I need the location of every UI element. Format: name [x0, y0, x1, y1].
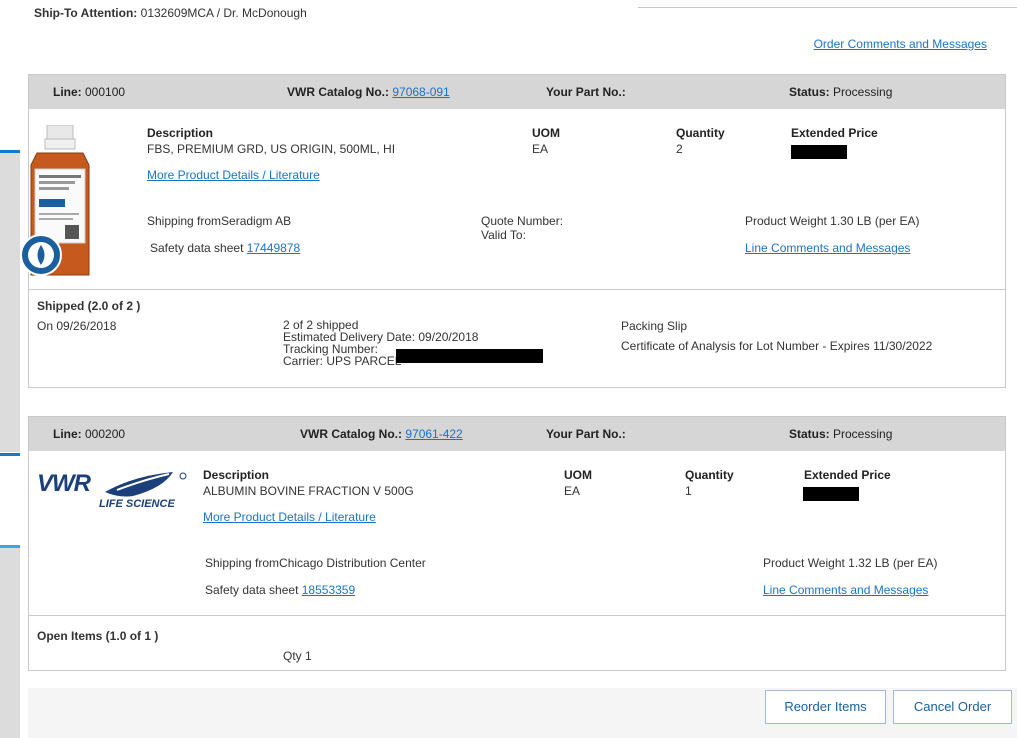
- left-sidebar-strip: [0, 0, 20, 738]
- safety-data-sheet: Safety data sheet 18553359: [205, 583, 356, 597]
- fbs-bottle-product-image: [20, 125, 90, 276]
- quantity-heading: Quantity: [685, 468, 734, 482]
- vwr-logo-text: VWR: [37, 470, 91, 497]
- sidebar-marker: [0, 453, 20, 456]
- section-divider: [29, 289, 1005, 290]
- line-number: Line: 000100: [53, 85, 126, 99]
- cancel-order-button[interactable]: Cancel Order: [893, 690, 1012, 724]
- ship-to-value: 0132609MCA / Dr. McDonough: [137, 6, 307, 20]
- product-description: FBS, PREMIUM GRD, US ORIGIN, 500ML, HI: [147, 142, 396, 156]
- part-number-label: Your Part No.:: [546, 85, 626, 99]
- part-number-label: Your Part No.:: [546, 427, 626, 441]
- quote-number: Quote Number:: [481, 214, 564, 228]
- line-comments-link[interactable]: Line Comments and Messages: [763, 583, 928, 597]
- product-description: ALBUMIN BOVINE FRACTION V 500G: [203, 484, 414, 498]
- description-heading: Description: [147, 126, 214, 140]
- valid-to: Valid To:: [481, 228, 526, 242]
- uom-heading: UOM: [532, 126, 560, 140]
- line-status: Status: Processing: [789, 85, 893, 99]
- extended-price-heading: Extended Price: [804, 468, 891, 482]
- safety-data-sheet-link[interactable]: 18553359: [302, 583, 355, 597]
- order-line-000200: Line: 000200 VWR Catalog No.: 97061-422 …: [28, 416, 1006, 671]
- sidebar-marker: [0, 150, 20, 153]
- tracking-number-redacted: [396, 349, 543, 363]
- open-items-status: Open Items (1.0 of 1 ): [37, 629, 159, 643]
- ship-to-label: Ship-To Attention:: [34, 6, 138, 20]
- line-number: Line: 000200: [53, 427, 126, 441]
- description-heading: Description: [203, 468, 270, 482]
- packing-slip: Packing Slip: [621, 319, 688, 333]
- order-comments-link[interactable]: Order Comments and Messages: [814, 37, 987, 51]
- sidebar-marker: [0, 545, 20, 548]
- safety-data-sheet-link[interactable]: 17449878: [247, 241, 300, 255]
- catalog-number: VWR Catalog No.: 97068-091: [287, 85, 450, 99]
- extended-price-heading: Extended Price: [791, 126, 878, 140]
- extended-price-redacted: [791, 145, 847, 159]
- sidebar-segment: [0, 150, 20, 452]
- product-weight: Product Weight 1.30 LB (per EA): [745, 214, 920, 228]
- ship-to-attention: Ship-To Attention: 0132609MCA / Dr. McDo…: [34, 6, 307, 20]
- shipping-from: Shipping fromChicago Distribution Center: [205, 556, 426, 570]
- line-comments-link[interactable]: Line Comments and Messages: [745, 241, 910, 255]
- product-details-link[interactable]: More Product Details / Literature: [147, 168, 320, 182]
- top-divider: [638, 7, 1017, 8]
- vwr-life-science-logo: VWR LIFE SCIENCE: [37, 470, 197, 514]
- product-weight: Product Weight 1.32 LB (per EA): [763, 556, 938, 570]
- line-header: Line: 000100 VWR Catalog No.: 97068-091 …: [29, 75, 1005, 109]
- line-header: Line: 000200 VWR Catalog No.: 97061-422 …: [29, 417, 1005, 451]
- quantity-value: 1: [685, 484, 692, 498]
- sidebar-segment: [0, 546, 20, 738]
- leaf-swoosh-icon: [105, 472, 187, 497]
- vwr-logo-subtext: LIFE SCIENCE: [99, 498, 175, 510]
- line-status: Status: Processing: [789, 427, 893, 441]
- reorder-items-button[interactable]: Reorder Items: [765, 690, 886, 724]
- catalog-number-link[interactable]: 97068-091: [392, 85, 449, 99]
- quantity-value: 2: [676, 142, 683, 156]
- order-line-000100: Line: 000100 VWR Catalog No.: 97068-091 …: [20, 74, 1006, 388]
- section-divider: [29, 615, 1005, 616]
- catalog-number: VWR Catalog No.: 97061-422: [300, 427, 463, 441]
- uom-value: EA: [532, 142, 549, 156]
- catalog-number-link[interactable]: 97061-422: [405, 427, 462, 441]
- open-quantity: Qty 1: [283, 649, 312, 663]
- uom-value: EA: [564, 484, 581, 498]
- shipped-date: On 09/26/2018: [37, 319, 117, 333]
- certificate-of-analysis: Certificate of Analysis for Lot Number -…: [621, 339, 933, 353]
- safety-data-sheet: Safety data sheet 17449878: [150, 241, 301, 255]
- product-details-link[interactable]: More Product Details / Literature: [203, 510, 376, 524]
- shipped-status: Shipped (2.0 of 2 ): [37, 299, 141, 313]
- uom-heading: UOM: [564, 468, 592, 482]
- quantity-heading: Quantity: [676, 126, 725, 140]
- extended-price-redacted: [803, 487, 859, 501]
- shipping-from: Shipping fromSeradigm AB: [147, 214, 292, 228]
